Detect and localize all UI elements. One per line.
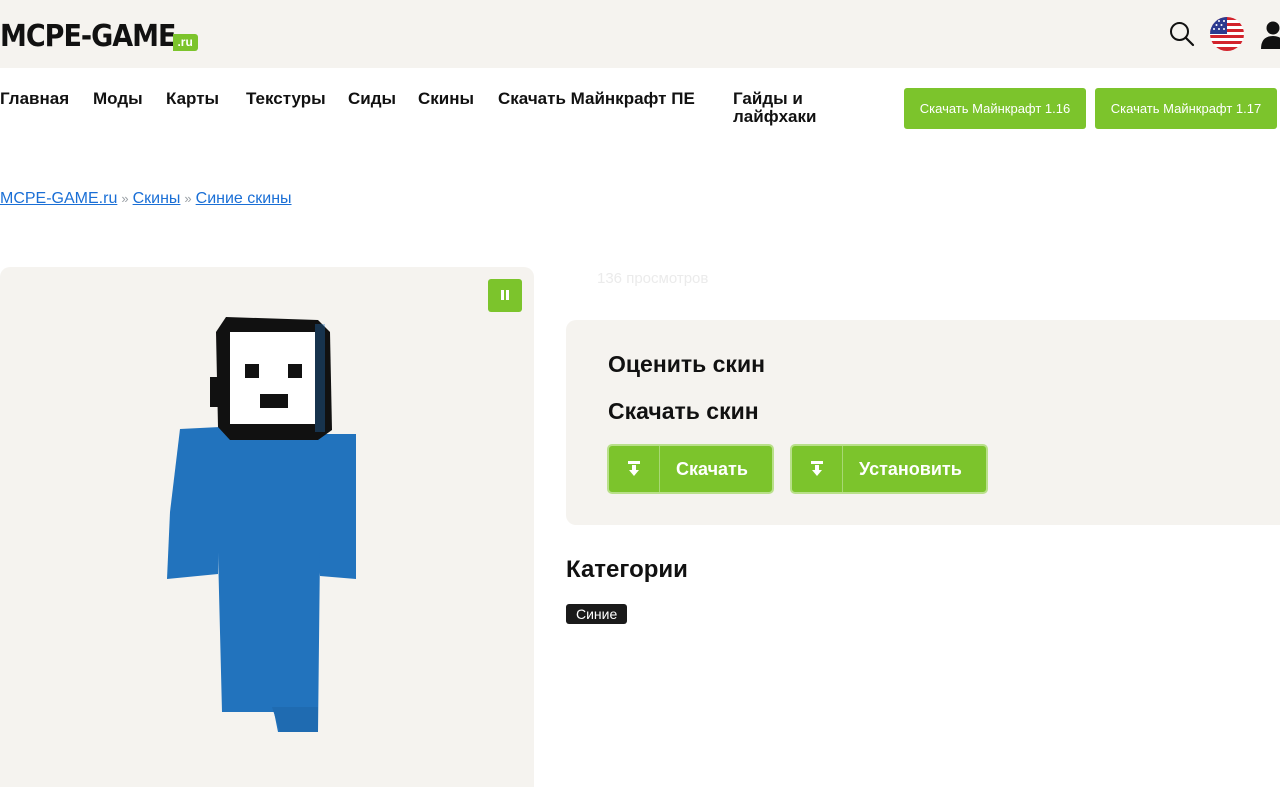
download-button-label: Скачать	[676, 458, 748, 479]
rate-skin-title: Оценить скин	[608, 351, 765, 377]
user-icon[interactable]	[1258, 19, 1280, 49]
nav-item-skins[interactable]: Скины	[418, 90, 474, 108]
header-icons	[1154, 16, 1280, 52]
logo-tld: .ru	[173, 34, 198, 51]
logo-text: MCPE-GAME	[0, 19, 176, 54]
skin-preview[interactable]	[0, 267, 534, 787]
install-button[interactable]: Установить	[790, 444, 988, 494]
search-icon[interactable]	[1168, 20, 1196, 48]
category-tag-blue[interactable]: Синие	[566, 604, 628, 624]
view-count: 136 просмотров	[597, 270, 709, 287]
breadcrumb-blue-skins[interactable]: Синие скины	[196, 190, 292, 207]
skin-actions-panel: Оценить скин Скачать скин Скачать Устано…	[566, 320, 1280, 525]
install-icon	[792, 446, 843, 492]
nav-item-mods[interactable]: Моды	[93, 90, 143, 108]
nav-item-download-mcpe[interactable]: Скачать Майнкрафт ПЕ	[498, 90, 703, 108]
download-button[interactable]: Скачать	[607, 444, 774, 494]
nav-item-seeds[interactable]: Сиды	[348, 90, 396, 108]
nav-item-textures[interactable]: Текстуры	[246, 90, 326, 108]
nav-item-home[interactable]: Главная	[0, 90, 69, 108]
install-button-label: Установить	[859, 458, 962, 479]
nav-item-maps[interactable]: Карты	[166, 90, 219, 108]
breadcrumb: MCPE-GAME.ru» Скины» Синие скины	[0, 190, 292, 208]
download-icon	[609, 446, 660, 492]
skin-3d-model	[167, 317, 356, 732]
top-header: MCPE-GAME .ru	[0, 0, 1280, 68]
nav-item-guides[interactable]: Гайды и лайфхаки	[733, 90, 843, 126]
main-nav: Главная Моды Карты Текстуры Сиды Скины С…	[0, 88, 1280, 138]
download-minecraft-117-button[interactable]: Скачать Майнкрафт 1.17	[1095, 88, 1277, 129]
pause-icon	[500, 287, 510, 305]
pause-button[interactable]	[488, 279, 522, 312]
categories-title: Категории	[566, 556, 688, 583]
breadcrumb-separator: »	[121, 191, 129, 206]
breadcrumb-skins[interactable]: Скины	[133, 190, 181, 207]
breadcrumb-separator: »	[184, 191, 192, 206]
download-minecraft-116-button[interactable]: Скачать Майнкрафт 1.16	[904, 88, 1086, 129]
us-flag-icon[interactable]	[1210, 17, 1244, 51]
download-skin-title: Скачать скин	[608, 398, 759, 424]
site-logo[interactable]: MCPE-GAME .ru	[0, 18, 198, 52]
breadcrumb-home[interactable]: MCPE-GAME.ru	[0, 190, 117, 207]
